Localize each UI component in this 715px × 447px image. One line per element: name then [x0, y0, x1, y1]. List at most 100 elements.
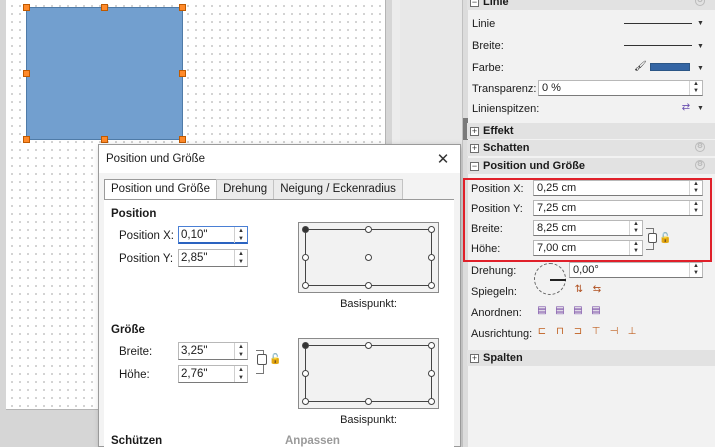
- rotation-dial[interactable]: [534, 263, 566, 295]
- size-width-field[interactable]: 3,25" ▲ ▼: [178, 342, 248, 360]
- align-bottom-icon[interactable]: ⊥: [626, 326, 638, 338]
- possize-panel-header[interactable]: − Position und Größe ⚙: [467, 158, 715, 174]
- resize-handle-bottom-left[interactable]: [23, 136, 30, 143]
- columns-panel-header[interactable]: + Spalten: [467, 350, 715, 366]
- rotation-spinner[interactable]: ▲ ▼: [689, 263, 702, 277]
- line-panel-header[interactable]: − Linie ⚙: [467, 0, 715, 10]
- basepoint-bottom-right[interactable]: [428, 282, 435, 289]
- tab-slant-corner-radius[interactable]: Neigung / Eckenradius: [273, 179, 403, 199]
- position-x-field[interactable]: 0,10" ▲ ▼: [178, 226, 248, 244]
- sidebar-height-spinner[interactable]: ▲ ▼: [629, 241, 642, 255]
- basepoint-bottom-left[interactable]: [302, 398, 309, 405]
- paint-bucket-icon[interactable]: 🖌: [634, 61, 647, 73]
- basepoint-bottom-right[interactable]: [428, 398, 435, 405]
- align-right-icon[interactable]: ⊐: [572, 326, 584, 338]
- chevron-down-icon[interactable]: ▼: [697, 65, 704, 72]
- sidebar-width-field[interactable]: 8,25 cm ▲ ▼: [533, 220, 643, 236]
- sidebar-scrollbar[interactable]: [463, 0, 468, 447]
- flip-horizontal-icon[interactable]: ⇆: [591, 284, 603, 296]
- more-options-icon[interactable]: ⚙: [695, 142, 705, 152]
- sidebar-width-spinner[interactable]: ▲ ▼: [629, 221, 642, 235]
- send-to-back-icon[interactable]: ▤: [590, 305, 602, 317]
- chevron-down-icon[interactable]: ▼: [697, 20, 704, 27]
- effect-panel-header[interactable]: + Effekt: [467, 123, 715, 139]
- line-width-preview[interactable]: [624, 34, 692, 46]
- tab-position-size[interactable]: Position und Größe: [104, 179, 218, 199]
- size-basepoint-selector[interactable]: [298, 338, 439, 409]
- expand-icon[interactable]: +: [470, 143, 479, 153]
- basepoint-bottom-center[interactable]: [365, 398, 372, 405]
- position-y-spinner[interactable]: ▲ ▼: [234, 250, 247, 266]
- down-arrow-icon[interactable]: ▼: [235, 235, 247, 243]
- sidebar-height-field[interactable]: 7,00 cm ▲ ▼: [533, 240, 643, 256]
- collapse-icon[interactable]: −: [470, 0, 479, 7]
- sidebar-position-y-field[interactable]: 7,25 cm ▲ ▼: [533, 200, 703, 216]
- resize-handle-right[interactable]: [179, 70, 186, 77]
- basepoint-top-left[interactable]: [302, 226, 309, 233]
- sidebar-position-x-field[interactable]: 0,25 cm ▲ ▼: [533, 180, 703, 196]
- basepoint-middle-left[interactable]: [302, 370, 309, 377]
- basepoint-top-right[interactable]: [428, 226, 435, 233]
- down-arrow-icon[interactable]: ▼: [235, 351, 247, 359]
- down-arrow-icon[interactable]: ▼: [235, 258, 247, 266]
- up-arrow-icon[interactable]: ▲: [690, 81, 702, 88]
- size-height-field[interactable]: 2,76" ▲ ▼: [178, 365, 248, 383]
- basepoint-center[interactable]: [365, 254, 372, 261]
- tab-rotation[interactable]: Drehung: [216, 179, 275, 199]
- down-arrow-icon[interactable]: ▼: [630, 248, 642, 255]
- basepoint-top-center[interactable]: [365, 342, 372, 349]
- selected-rectangle-shape[interactable]: [26, 7, 183, 140]
- keep-ratio-checkbox[interactable]: [257, 354, 267, 365]
- position-x-spinner[interactable]: ▲ ▼: [234, 227, 247, 243]
- position-basepoint-selector[interactable]: [298, 222, 439, 293]
- sidebar-keep-ratio-checkbox[interactable]: [648, 233, 657, 243]
- more-options-icon[interactable]: ⚙: [695, 160, 705, 170]
- up-arrow-icon[interactable]: ▲: [690, 201, 702, 208]
- up-arrow-icon[interactable]: ▲: [630, 241, 642, 248]
- chevron-down-icon[interactable]: ▼: [697, 43, 704, 50]
- rotation-field[interactable]: 0,00° ▲ ▼: [569, 262, 703, 278]
- up-arrow-icon[interactable]: ▲: [235, 366, 247, 374]
- expand-icon[interactable]: +: [470, 126, 479, 136]
- up-arrow-icon[interactable]: ▲: [690, 181, 702, 188]
- bring-to-front-icon[interactable]: ▤: [536, 305, 548, 317]
- up-arrow-icon[interactable]: ▲: [690, 263, 702, 270]
- collapse-icon[interactable]: −: [470, 161, 479, 171]
- arrow-style-icon[interactable]: ⇄: [680, 102, 692, 114]
- line-style-preview[interactable]: [624, 12, 692, 24]
- basepoint-bottom-left[interactable]: [302, 282, 309, 289]
- align-top-icon[interactable]: ⊤: [590, 326, 602, 338]
- align-left-icon[interactable]: ⊏: [536, 326, 548, 338]
- transparency-spinner[interactable]: ▲ ▼: [689, 81, 702, 95]
- chevron-down-icon[interactable]: ▼: [697, 105, 704, 112]
- line-color-swatch[interactable]: [650, 63, 690, 71]
- basepoint-middle-right[interactable]: [428, 254, 435, 261]
- resize-handle-top-right[interactable]: [179, 4, 186, 11]
- basepoint-top-center[interactable]: [365, 226, 372, 233]
- basepoint-top-right[interactable]: [428, 342, 435, 349]
- down-arrow-icon[interactable]: ▼: [235, 374, 247, 382]
- down-arrow-icon[interactable]: ▼: [690, 208, 702, 215]
- align-center-icon[interactable]: ⊓: [554, 326, 566, 338]
- basepoint-top-left[interactable]: [302, 342, 309, 349]
- shadow-panel-header[interactable]: + Schatten ⚙: [467, 140, 715, 156]
- bring-forward-icon[interactable]: ▤: [554, 305, 566, 317]
- down-arrow-icon[interactable]: ▼: [690, 88, 702, 95]
- up-arrow-icon[interactable]: ▲: [235, 250, 247, 258]
- resize-handle-bottom-right[interactable]: [179, 136, 186, 143]
- close-button[interactable]: ✕: [432, 149, 454, 169]
- flip-vertical-icon[interactable]: ⇅: [573, 284, 585, 296]
- send-backward-icon[interactable]: ▤: [572, 305, 584, 317]
- up-arrow-icon[interactable]: ▲: [235, 227, 247, 235]
- transparency-field[interactable]: 0 % ▲ ▼: [538, 80, 703, 96]
- size-width-spinner[interactable]: ▲ ▼: [234, 343, 247, 359]
- sidebar-position-x-spinner[interactable]: ▲ ▼: [689, 181, 702, 195]
- down-arrow-icon[interactable]: ▼: [630, 228, 642, 235]
- basepoint-bottom-center[interactable]: [365, 282, 372, 289]
- resize-handle-left[interactable]: [23, 70, 30, 77]
- sidebar-position-y-spinner[interactable]: ▲ ▼: [689, 201, 702, 215]
- resize-handle-top[interactable]: [101, 4, 108, 11]
- align-middle-icon[interactable]: ⊣: [608, 326, 620, 338]
- down-arrow-icon[interactable]: ▼: [690, 188, 702, 195]
- basepoint-middle-left[interactable]: [302, 254, 309, 261]
